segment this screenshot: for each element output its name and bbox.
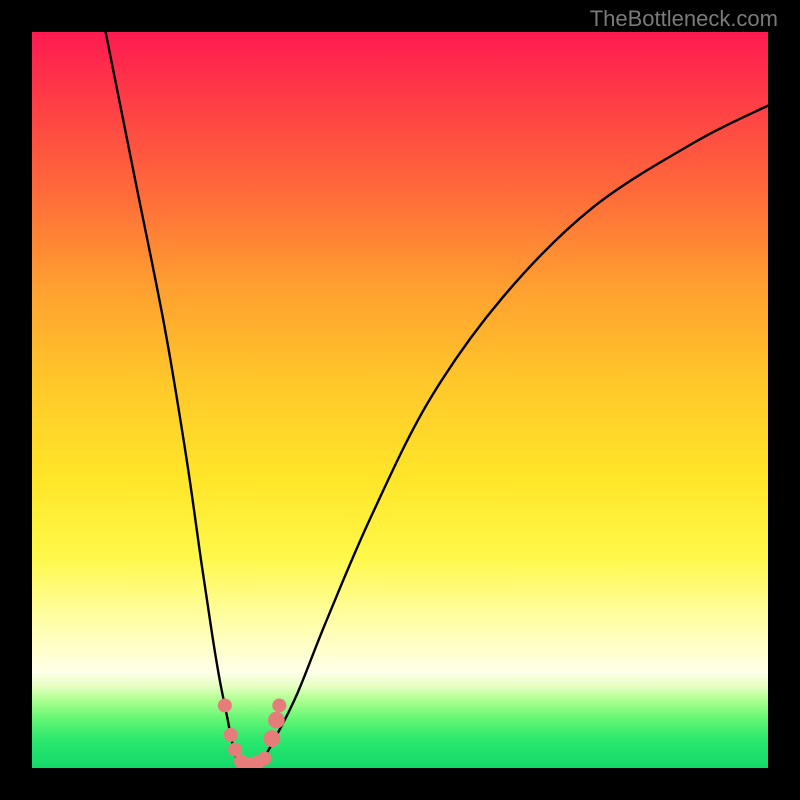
marker-8 — [268, 712, 285, 729]
chart-stage: TheBottleneck.com — [0, 0, 800, 800]
data-markers — [218, 698, 286, 768]
watermark-text: TheBottleneck.com — [590, 6, 778, 32]
series-left-branch — [106, 32, 238, 764]
marker-0 — [218, 698, 232, 712]
curve-layer — [32, 32, 768, 768]
bottleneck-curve — [106, 32, 768, 767]
marker-7 — [264, 730, 281, 747]
marker-1 — [224, 728, 238, 742]
marker-6 — [258, 751, 272, 765]
marker-9 — [272, 698, 286, 712]
series-right-branch — [260, 106, 768, 765]
plot-area — [32, 32, 768, 768]
